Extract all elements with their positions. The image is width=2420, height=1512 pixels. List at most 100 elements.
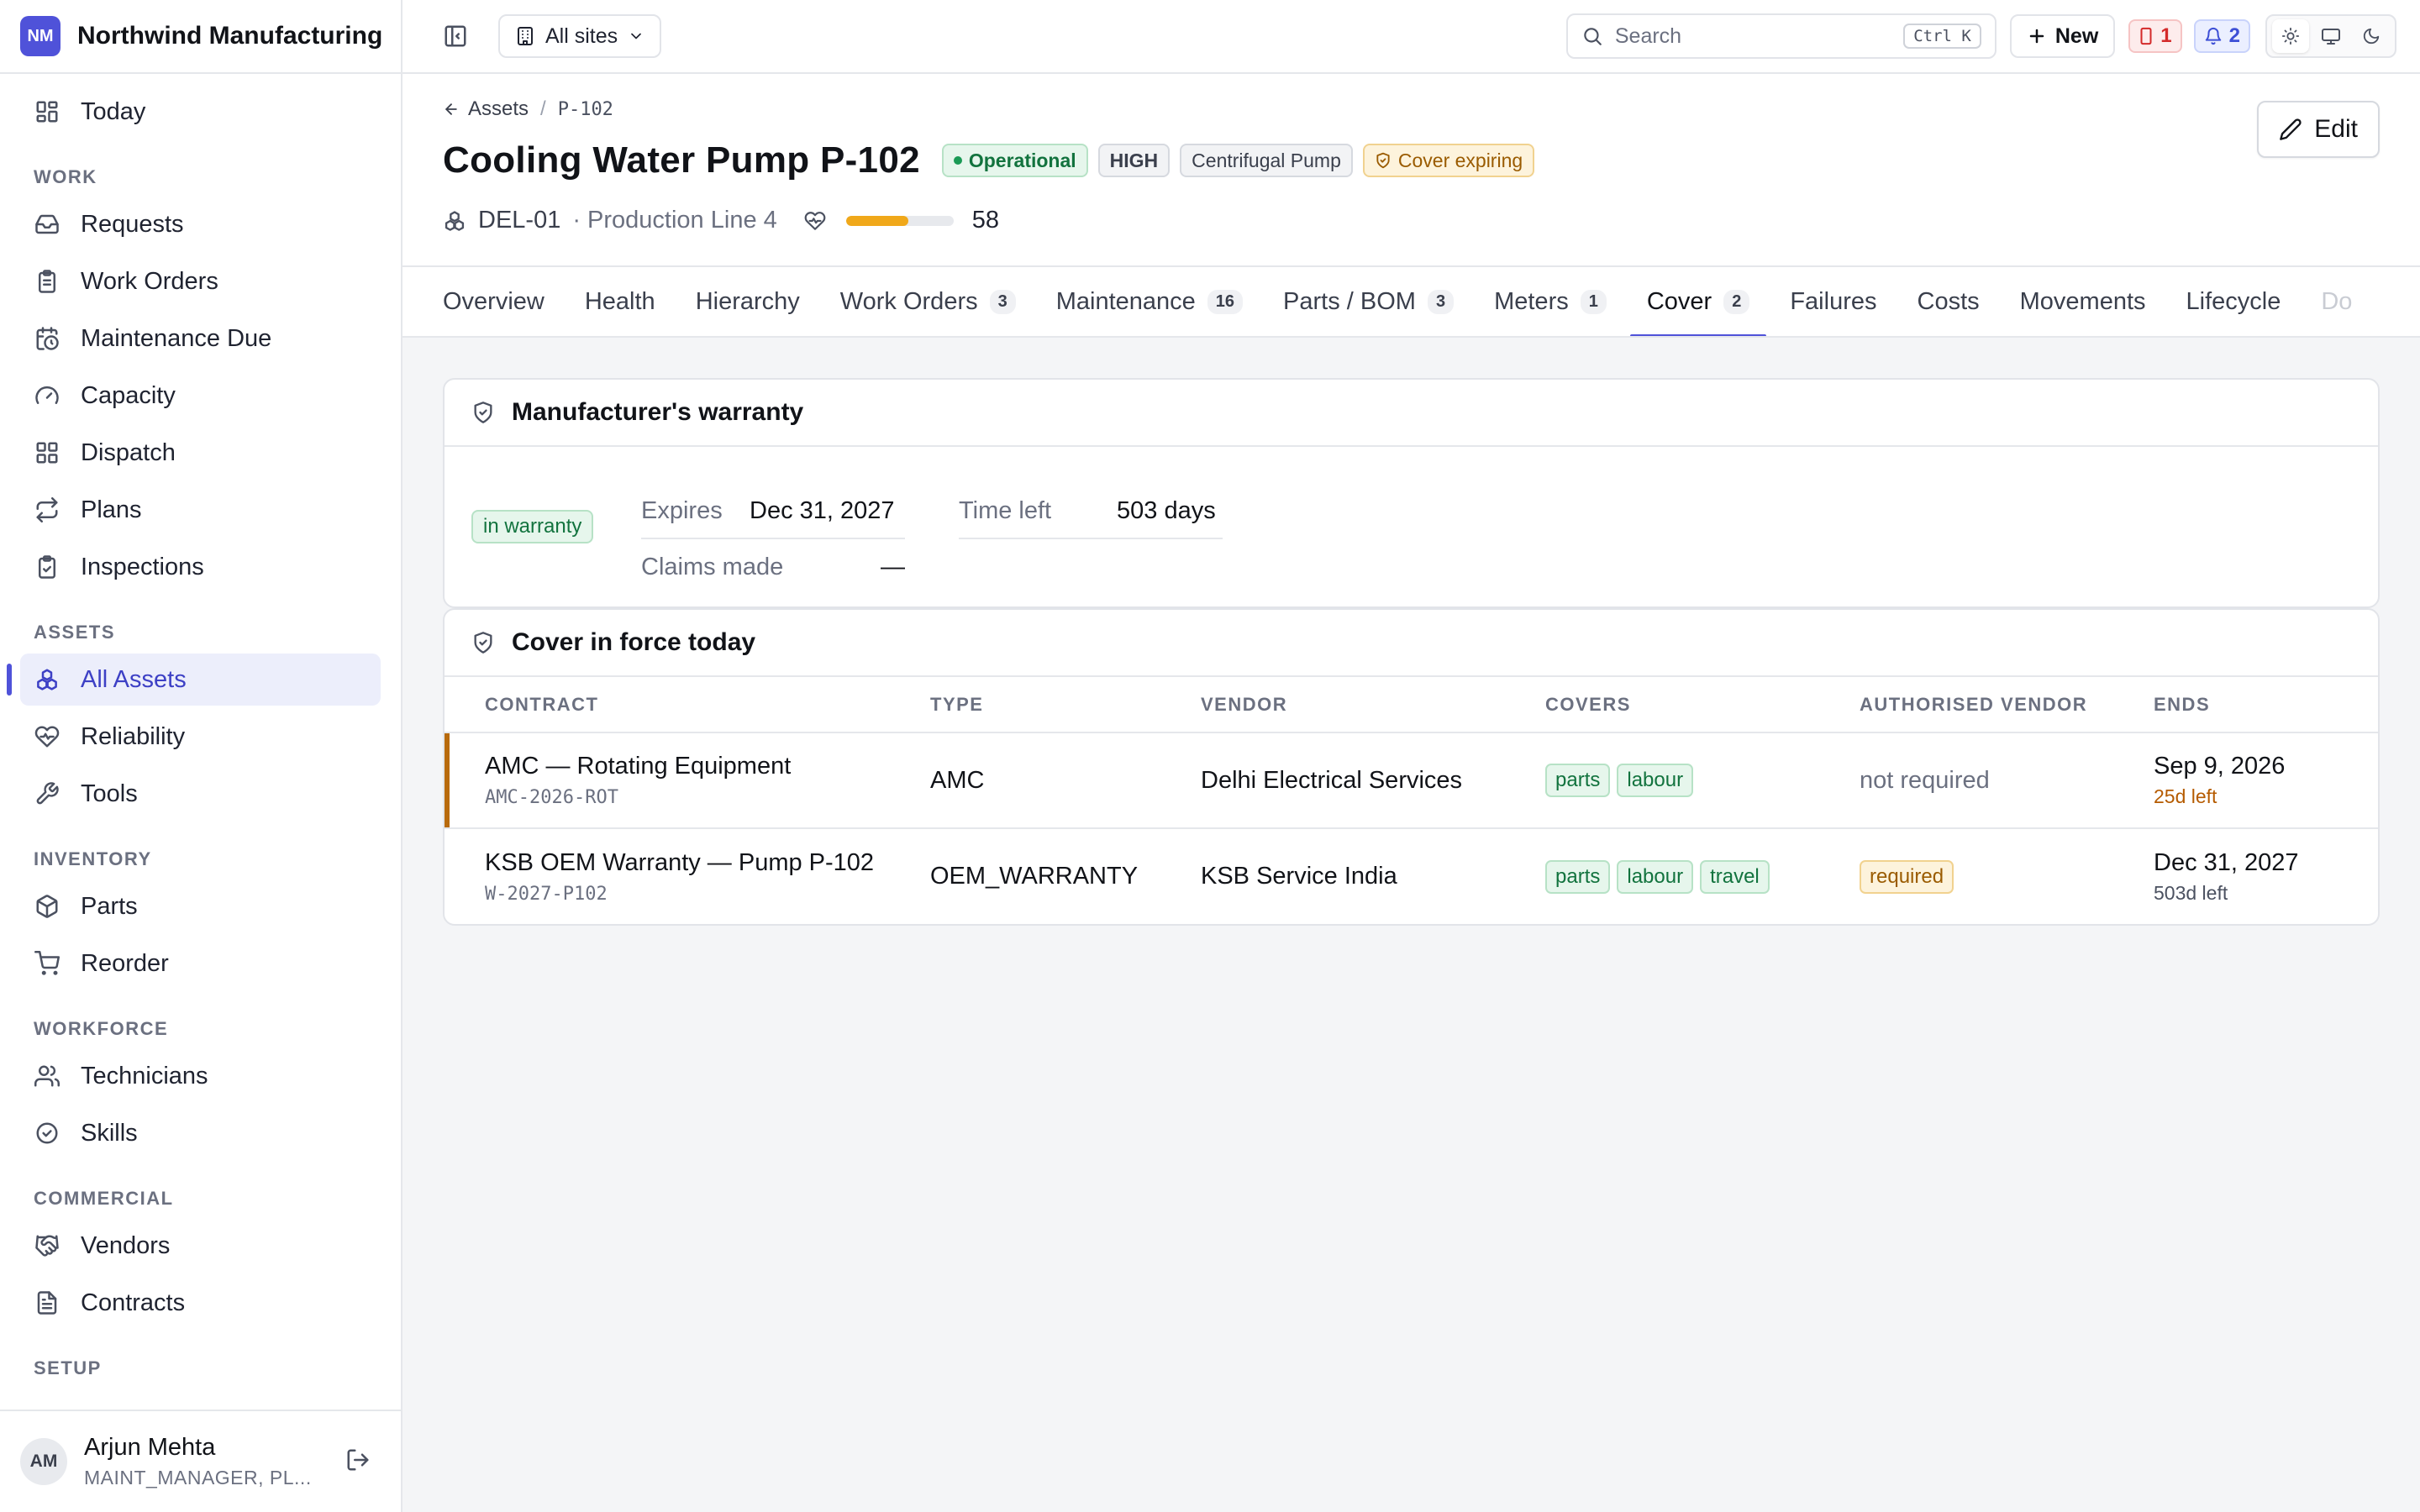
vendor-name: Delhi Electrical Services [1201,732,1545,829]
sidebar-item-requests[interactable]: Requests [20,198,381,250]
table-row[interactable]: AMC — Rotating Equipment AMC-2026-ROT AMC D… [445,732,2378,829]
notifications-badge[interactable]: 2 [2193,19,2250,53]
new-button[interactable]: New [2009,14,2116,58]
assets-icon [443,209,466,233]
sidebar-item-technicians[interactable]: Technicians [20,1050,381,1102]
user-role: MAINT_MANAGER, PL... [84,1467,312,1488]
tab-lifecycle[interactable]: Lifecycle [2170,267,2298,336]
tab-failures[interactable]: Failures [1773,267,1893,336]
tab-hierarchy[interactable]: Hierarchy [679,267,817,336]
sidebar-section-workforce: WORKFORCE [34,1018,169,1039]
sidebar-item-label: All Assets [81,665,187,693]
cover-tag: parts [1545,764,1611,797]
sidebar-item-maintenance-due[interactable]: Maintenance Due [20,312,381,365]
breadcrumb-back-link[interactable]: Assets [443,97,529,121]
sidebar-item-vendors[interactable]: Vendors [20,1220,381,1272]
sidebar-item-contracts[interactable]: Contracts [20,1277,381,1329]
tab-health[interactable]: Health [568,267,672,336]
topbar: All sites Ctrl K New [402,0,2420,74]
column-header-type: TYPE [930,677,1201,733]
avatar[interactable]: AM [20,1438,67,1485]
cover-tag: labour [1617,859,1694,894]
sidebar-item-tools[interactable]: Tools [20,768,381,820]
inbox-icon [34,211,60,238]
warranty-card-title: Manufacturer's warranty [512,398,804,426]
covers-cell: parts labour travel [1545,828,1860,924]
sidebar-item-all-assets[interactable]: All Assets [7,654,381,706]
sidebar-item-reorder[interactable]: Reorder [20,937,381,990]
tab-overview[interactable]: Overview [426,267,561,336]
sidebar-item-label: Plans [81,496,142,523]
status-dot [953,156,962,165]
tab-maintenance[interactable]: Maintenance 16 [1039,267,1260,336]
logout-icon[interactable] [345,1447,371,1477]
tab-label: Hierarchy [695,287,800,315]
ends-cell: Dec 31, 2027 503d left [2154,828,2378,924]
ends-cell: Sep 9, 2026 25d left [2154,732,2378,829]
sidebar-item-dispatch[interactable]: Dispatch [20,427,381,479]
sidebar-item-skills[interactable]: Skills [20,1107,381,1159]
search-input[interactable] [1614,24,1904,49]
clipboard-icon [34,268,60,295]
claims-label: Claims made [641,553,784,580]
tab-cover[interactable]: Cover 2 [1629,267,1767,336]
tab-work-orders[interactable]: Work Orders 3 [823,267,1033,336]
contract-type: OEM_WARRANTY [930,863,1139,890]
alerts-count: 1 [2160,24,2172,47]
arrow-left-icon [443,101,460,118]
contract-name[interactable]: AMC — Rotating Equipment [485,753,930,780]
status-badge-label: Operational [968,149,1076,171]
search-box[interactable]: Ctrl K [1565,13,1996,59]
time-left-label: Time left [959,496,1052,524]
production-line: · Production Line 4 [572,207,777,234]
sidebar-item-today[interactable]: Today [20,86,381,138]
shield-check-icon [471,401,495,424]
cover-table-header: CONTRACT TYPE VENDOR COVERS AUTHORISED VENDO… [445,677,2378,733]
site-select[interactable]: All sites [498,14,662,58]
cover-status-label: Cover expiring [1397,149,1523,171]
tab-do[interactable]: Do [2304,267,2369,336]
days-left: 25d left [2154,785,2217,807]
tab-label: Lifecycle [2186,287,2281,315]
sidebar-toggle-icon[interactable] [443,24,468,49]
alerts-badge[interactable]: 1 [2128,19,2182,53]
tab-meters[interactable]: Meters 1 [1477,267,1623,336]
covers-cell: parts labour [1545,732,1860,829]
tab-count-badge: 3 [989,289,1016,314]
brand-name: Northwind Manufacturing [77,22,383,50]
tab-movements[interactable]: Movements [2003,267,2163,336]
moon-icon[interactable] [2353,19,2390,53]
contract-name[interactable]: KSB OEM Warranty — Pump P-102 [485,849,930,877]
sidebar-item-inspections[interactable]: Inspections [20,541,381,593]
shield-check-icon [471,631,495,654]
user-bar: AM Arjun Mehta MAINT_MANAGER, PL... [0,1410,401,1512]
edit-button[interactable]: Edit [2257,101,2380,158]
tab-label: Overview [443,287,544,315]
tab-label: Failures [1790,287,1877,315]
monitor-icon[interactable] [2312,19,2349,53]
building-icon [515,26,535,46]
heart-pulse-icon [804,210,826,232]
sidebar-item-reliability[interactable]: Reliability [20,711,381,763]
cover-table: CONTRACT TYPE VENDOR COVERS AUTHORISED VENDO… [445,677,2378,924]
sidebar-item-capacity[interactable]: Capacity [20,370,381,422]
sidebar-item-label: Work Orders [81,267,218,295]
sidebar-item-parts[interactable]: Parts [20,880,381,932]
document-icon [34,1289,60,1316]
expires-label: Expires [641,496,723,524]
sidebar-item-label: Vendors [81,1231,171,1259]
sun-icon[interactable] [2272,19,2309,53]
asset-tabs: Overview Health Hierarchy Work Orders 3 Maint… [402,265,2420,338]
days-left: 503d left [2154,881,2228,904]
sidebar-item-plans[interactable]: Plans [20,484,381,536]
sidebar-item-work-orders[interactable]: Work Orders [20,255,381,307]
gauge-icon [34,382,60,409]
cart-icon [34,950,60,977]
tab-label: Health [584,287,655,315]
tab-costs[interactable]: Costs [1901,267,1996,336]
brand[interactable]: NM Northwind Manufacturing [0,0,401,74]
tab-count-badge: 1 [1580,289,1607,314]
column-header-vendor: VENDOR [1201,677,1545,733]
tab-parts-bom[interactable]: Parts / BOM 3 [1266,267,1470,336]
table-row[interactable]: KSB OEM Warranty — Pump P-102 W-2027-P102… [445,828,2378,924]
